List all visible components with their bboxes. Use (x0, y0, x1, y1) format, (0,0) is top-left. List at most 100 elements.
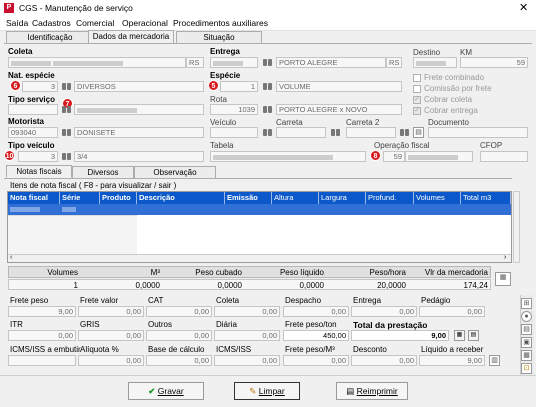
entrega-search-icon[interactable] (262, 57, 273, 67)
col-serie[interactable]: Série (60, 192, 100, 204)
coleta-uf[interactable]: RS (186, 57, 204, 68)
frete-peso-field[interactable]: 9,00 (8, 306, 76, 317)
pedagio-field[interactable]: 0,00 (419, 306, 485, 317)
base-calculo-field[interactable]: 0,00 (146, 355, 212, 366)
operacao-fiscal-code[interactable]: 59 (383, 151, 405, 162)
col-descricao[interactable]: Descrição (137, 192, 225, 204)
coleta-field[interactable] (8, 57, 186, 68)
scroll-left-icon[interactable]: ‹ (10, 254, 12, 261)
carreta2-search-icon[interactable] (399, 127, 410, 137)
calculator-icon[interactable]: ▦ (454, 330, 465, 341)
cat-field[interactable]: 0,00 (146, 306, 212, 317)
cobrar-entrega-checkbox[interactable]: ✓ (413, 107, 421, 115)
col-emissao[interactable]: Emissão (225, 192, 272, 204)
entrega-uf[interactable]: RS (386, 57, 402, 68)
subtab-diversos[interactable]: Diversos (72, 166, 134, 178)
carreta-field[interactable] (276, 127, 326, 138)
tipo-veiculo-value[interactable]: 3/4 (74, 151, 204, 162)
menu-operacional[interactable]: Operacional (122, 18, 168, 28)
tabela-field[interactable] (210, 151, 366, 162)
nat-especie-code[interactable]: 3 (22, 81, 58, 92)
km-field[interactable]: 59 (460, 57, 528, 68)
icms-embutir-field[interactable] (8, 355, 76, 366)
carreta-search-icon[interactable] (330, 127, 341, 137)
motorista-value[interactable]: DONISETE (74, 127, 204, 138)
destino-field[interactable] (413, 57, 457, 68)
table-row-selected[interactable] (8, 204, 511, 215)
tab-identificacao[interactable]: Identificação (6, 31, 94, 43)
entrega-frete-field[interactable]: 0,00 (351, 306, 417, 317)
liquido-icon[interactable]: ▥ (489, 355, 500, 366)
rota-value[interactable]: PORTO ALEGRE x NOVO (276, 104, 402, 115)
col-volumes[interactable]: Volumes (414, 192, 461, 204)
close-button[interactable]: ✕ (519, 1, 528, 14)
frete-peso-ton-field[interactable]: 450,00 (283, 330, 349, 341)
cfop-field[interactable] (480, 151, 528, 162)
horizontal-scrollbar[interactable] (8, 254, 511, 262)
col-largura[interactable]: Largura (319, 192, 366, 204)
tab-dados-mercadoria[interactable]: Dados da mercadoria (88, 30, 174, 43)
veiculo-field[interactable] (210, 127, 258, 138)
especie-code[interactable]: 1 (220, 81, 258, 92)
side-grid-icon[interactable]: ⊞ (521, 298, 532, 309)
tab-situacao[interactable]: Situação (176, 31, 262, 43)
menu-procedimentos[interactable]: Procedimentos auxiliares (173, 18, 268, 28)
frete-valor-field[interactable]: 0,00 (78, 306, 144, 317)
motorista-code[interactable]: 093040 (8, 127, 58, 138)
liquido-receber-field[interactable]: 9,00 (419, 355, 485, 366)
nat-especie-search-icon[interactable] (61, 81, 72, 91)
totals-calc-icon[interactable]: ▦ (495, 272, 511, 286)
col-produto[interactable]: Produto (100, 192, 137, 204)
col-nota-fiscal[interactable]: Nota fiscal (8, 192, 60, 204)
carreta2-field[interactable] (346, 127, 396, 138)
rota-search-icon[interactable] (262, 104, 273, 114)
entrega-city[interactable]: PORTO ALEGRE (276, 57, 386, 68)
subtab-observacao[interactable]: Observação (134, 166, 216, 178)
motorista-search-icon[interactable] (61, 127, 72, 137)
side-circle-icon[interactable]: ● (521, 311, 532, 322)
side-box-icon[interactable]: ▣ (521, 337, 532, 348)
side-doc-icon[interactable]: ▤ (521, 324, 532, 335)
col-profund[interactable]: Profund. (366, 192, 414, 204)
operacao-fiscal-desc[interactable] (405, 151, 473, 162)
menu-saida[interactable]: Saída (6, 18, 28, 28)
rota-code[interactable]: 1039 (210, 104, 258, 115)
menu-comercial[interactable]: Comercial (76, 18, 114, 28)
limpar-button[interactable]: ✎ Limpar (234, 382, 300, 400)
icms-iss-field[interactable]: 0,00 (214, 355, 280, 366)
total-prestacao-field[interactable]: 9,00 (351, 330, 449, 341)
tipo-servico-code[interactable] (8, 104, 58, 115)
coleta-frete-field[interactable]: 0,00 (214, 306, 280, 317)
cobrar-coleta-checkbox[interactable]: ✓ (413, 96, 421, 104)
side-table-icon[interactable]: ▦ (521, 350, 532, 361)
especie-search-icon[interactable] (262, 81, 273, 91)
comissao-checkbox[interactable] (413, 85, 421, 93)
veiculo-search-icon[interactable] (262, 127, 273, 137)
frete-combinado-checkbox[interactable] (413, 74, 421, 82)
scroll-right-icon[interactable]: › (504, 254, 506, 261)
documento-icon[interactable]: ▤ (413, 127, 424, 138)
vertical-scrollbar[interactable] (513, 191, 520, 263)
entrega-code[interactable] (210, 57, 258, 68)
col-total-m3[interactable]: Total m3 (461, 192, 511, 204)
desconto-field[interactable]: 0,00 (351, 355, 417, 366)
gris-field[interactable]: 0,00 (78, 330, 144, 341)
col-altura[interactable]: Altura (272, 192, 319, 204)
despacho-field[interactable]: 0,00 (283, 306, 349, 317)
aliquota-field[interactable]: 0,00 (78, 355, 144, 366)
outros-field[interactable]: 0,00 (146, 330, 212, 341)
tipo-servico-search-icon[interactable] (61, 104, 72, 114)
menu-cadastros[interactable]: Cadastros (32, 18, 71, 28)
tipo-servico-value[interactable] (74, 104, 204, 115)
documento-field[interactable] (428, 127, 528, 138)
tipo-veiculo-code[interactable]: 3 (18, 151, 58, 162)
subtab-notas-fiscais[interactable]: Notas fiscais (6, 165, 72, 178)
gravar-button[interactable]: ✔ Gravar (128, 382, 204, 400)
nat-especie-value[interactable]: DIVERSOS (74, 81, 204, 92)
itr-field[interactable]: 0,00 (8, 330, 76, 341)
reimprimir-button[interactable]: ▤ Reimprimir (336, 382, 408, 400)
side-cube-icon[interactable]: ⊡ (521, 363, 532, 374)
frete-peso-m3-field[interactable]: 0,00 (283, 355, 349, 366)
tipo-veiculo-search-icon[interactable] (61, 151, 72, 161)
printer-icon[interactable]: ▤ (468, 330, 479, 341)
